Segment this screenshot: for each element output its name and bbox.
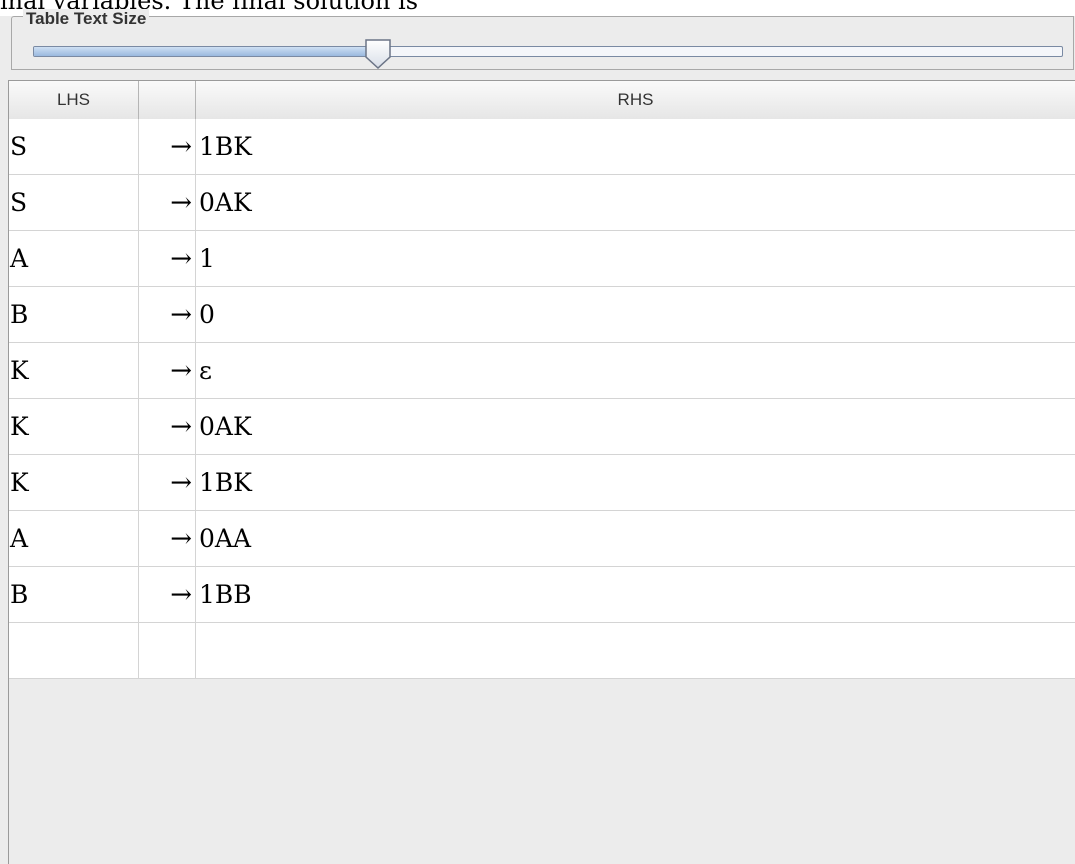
table-text-size-panel	[11, 16, 1074, 70]
rhs-cell[interactable]: 0	[196, 287, 1075, 342]
arrow-cell: →	[139, 455, 196, 510]
text-size-slider-thumb[interactable]	[363, 38, 393, 70]
table-row-empty[interactable]	[9, 623, 1075, 679]
lhs-cell[interactable]: B	[9, 567, 139, 622]
table-row[interactable]: K → ε	[9, 343, 1075, 399]
table-header: LHS RHS	[9, 81, 1075, 120]
arrow-cell: →	[139, 567, 196, 622]
rhs-cell[interactable]: 0AA	[196, 511, 1075, 566]
rhs-cell[interactable]: 0AK	[196, 399, 1075, 454]
table-row[interactable]: K → 1BK	[9, 455, 1075, 511]
arrow-cell: →	[139, 287, 196, 342]
table-row[interactable]: S → 1BK	[9, 119, 1075, 175]
text-size-slider-fill	[34, 47, 379, 56]
table-row[interactable]: S → 0AK	[9, 175, 1075, 231]
lhs-cell[interactable]: A	[9, 231, 139, 286]
rhs-cell[interactable]: 1BK	[196, 455, 1075, 510]
lhs-cell[interactable]: A	[9, 511, 139, 566]
table-row[interactable]: A → 1	[9, 231, 1075, 287]
table-row[interactable]: B → 0	[9, 287, 1075, 343]
rhs-cell[interactable]: 1BB	[196, 567, 1075, 622]
table-row[interactable]: A → 0AA	[9, 511, 1075, 567]
grammar-table-scroll-pane[interactable]: LHS RHS S → 1BK S → 0AK A → 1 B → 0 K → …	[8, 80, 1075, 864]
column-header-arrow[interactable]	[139, 81, 196, 119]
rhs-cell[interactable]: 1BK	[196, 119, 1075, 174]
lhs-cell[interactable]: S	[9, 119, 139, 174]
rhs-cell[interactable]: 1	[196, 231, 1075, 286]
table-text-size-label: Table Text Size	[23, 9, 150, 29]
arrow-cell: →	[139, 343, 196, 398]
column-header-lhs[interactable]: LHS	[9, 81, 139, 119]
rhs-cell[interactable]: ε	[196, 343, 1075, 398]
lhs-cell[interactable]: K	[9, 455, 139, 510]
arrow-cell: →	[139, 399, 196, 454]
grammar-table-body: S → 1BK S → 0AK A → 1 B → 0 K → ε K → 0A…	[9, 119, 1075, 679]
text-size-slider-track[interactable]	[33, 46, 1063, 57]
arrow-cell: →	[139, 119, 196, 174]
rhs-cell[interactable]: 0AK	[196, 175, 1075, 230]
document-text-fragment: inal variables. The final solution is	[0, 0, 1075, 16]
table-row[interactable]: K → 0AK	[9, 399, 1075, 455]
arrow-cell: →	[139, 175, 196, 230]
lhs-cell[interactable]: K	[9, 399, 139, 454]
lhs-cell[interactable]	[9, 623, 139, 678]
lhs-cell[interactable]: B	[9, 287, 139, 342]
arrow-cell	[139, 623, 196, 678]
rhs-cell[interactable]	[196, 623, 1075, 678]
column-header-rhs[interactable]: RHS	[196, 81, 1075, 119]
arrow-cell: →	[139, 511, 196, 566]
lhs-cell[interactable]: S	[9, 175, 139, 230]
arrow-cell: →	[139, 231, 196, 286]
table-row[interactable]: B → 1BB	[9, 567, 1075, 623]
slider-thumb-icon	[365, 39, 391, 70]
lhs-cell[interactable]: K	[9, 343, 139, 398]
